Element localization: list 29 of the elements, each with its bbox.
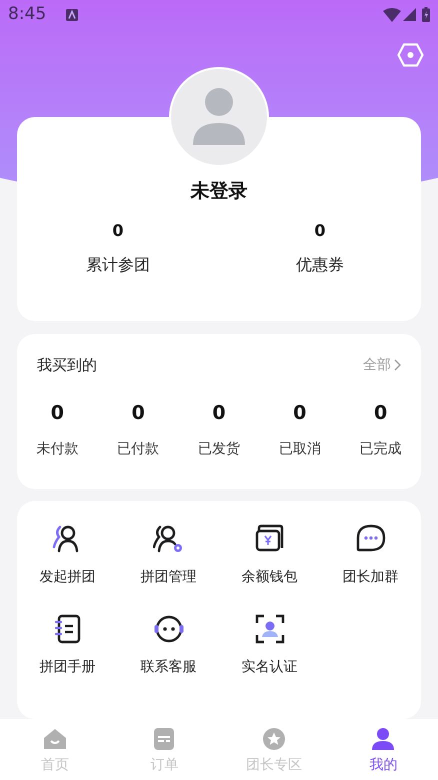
notification-icon (66, 8, 78, 21)
wifi-icon (383, 8, 401, 22)
order-status[interactable]: 0 未付款 (17, 398, 98, 460)
service-item[interactable]: 拼团手册 (17, 613, 118, 678)
order-status[interactable]: 0 已取消 (259, 398, 340, 460)
tab[interactable]: 我的 (328, 718, 438, 780)
stat-item[interactable]: 0 累计参团 (17, 219, 219, 278)
chevron-right-icon (394, 359, 401, 372)
service-item[interactable]: 拼团管理 (118, 523, 219, 588)
id-scan-icon (254, 613, 286, 646)
order-status[interactable]: 0 已付款 (98, 398, 179, 460)
user-name[interactable]: 未登录 (190, 176, 248, 206)
section-title: 我买到的 (37, 355, 97, 376)
service-item[interactable]: 发起拼团 (17, 523, 118, 588)
service-item[interactable]: 实名认证 (219, 613, 320, 678)
home-icon (42, 726, 67, 751)
stat-item[interactable]: 0 优惠券 (219, 219, 421, 278)
order-status[interactable]: 0 已发货 (178, 398, 260, 460)
order-status[interactable]: 0 已完成 (340, 398, 421, 460)
status-time: 8:45 (8, 3, 46, 26)
document-icon (152, 726, 176, 751)
service-item[interactable]: 团长加群 (320, 523, 421, 588)
settings-icon[interactable] (397, 42, 424, 67)
service-item[interactable]: 联系客服 (118, 613, 219, 678)
service-item[interactable]: 余额钱包 (219, 523, 320, 588)
signal-icon (403, 8, 416, 22)
battery-icon (422, 7, 430, 22)
avatar-icon[interactable] (169, 66, 269, 167)
person-icon (371, 726, 396, 751)
